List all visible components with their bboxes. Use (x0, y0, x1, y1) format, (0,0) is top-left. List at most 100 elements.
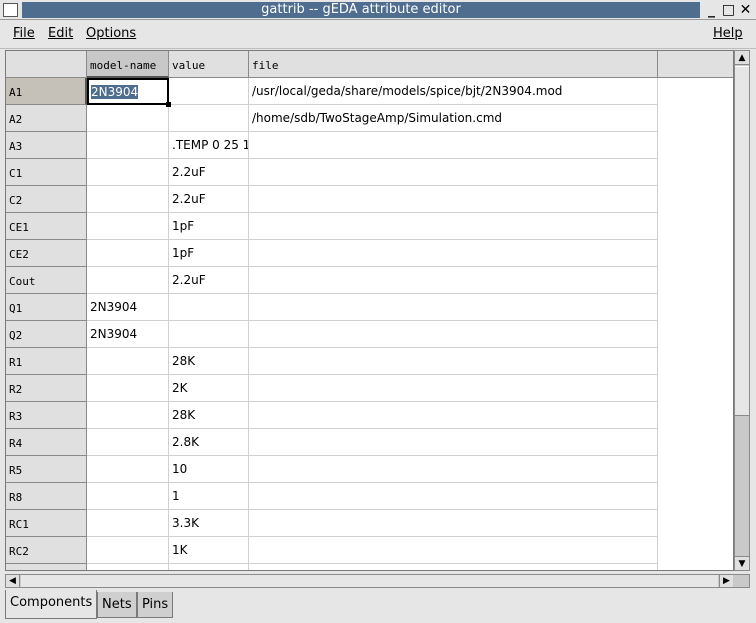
cell-model-name[interactable]: 2N3904 (87, 321, 169, 348)
cell-file[interactable] (249, 294, 658, 321)
column-header-model-name[interactable]: model-name (87, 51, 169, 78)
row-header[interactable]: Q1 (6, 294, 87, 321)
menu-help[interactable]: Help (713, 26, 743, 41)
cell-model-name[interactable] (87, 267, 169, 294)
cell-value[interactable] (169, 78, 249, 105)
cell-value[interactable]: 1 (169, 483, 249, 510)
row-header[interactable]: RC1 (6, 510, 87, 537)
cell-value[interactable]: 2K (169, 375, 249, 402)
row-header[interactable]: C2 (6, 186, 87, 213)
cell-value[interactable]: 1pF (169, 213, 249, 240)
cell-model-name[interactable] (87, 483, 169, 510)
tab-components[interactable]: Components (5, 590, 98, 619)
cell-file[interactable] (249, 402, 658, 429)
cell-value[interactable] (169, 321, 249, 348)
row-header[interactable]: A3 (6, 132, 87, 159)
row-header[interactable]: A2 (6, 105, 87, 132)
attribute-sheet[interactable]: model-name value file A1 2N3904/usr/local… (5, 50, 734, 571)
cell-value[interactable]: 2.2uF (169, 159, 249, 186)
cell-model-name[interactable] (87, 375, 169, 402)
cell-model-name[interactable] (87, 456, 169, 483)
scroll-down-icon[interactable]: ▼ (735, 556, 749, 570)
cell-file[interactable] (249, 159, 658, 186)
cell-file[interactable] (249, 132, 658, 159)
cell-file[interactable]: /usr/local/geda/share/models/spice/bjt/2… (249, 78, 658, 105)
cell-file[interactable] (249, 564, 658, 570)
cell-file[interactable] (249, 186, 658, 213)
scroll-up-icon[interactable]: ▲ (735, 51, 749, 65)
cell-file[interactable] (249, 510, 658, 537)
cell-file[interactable] (249, 429, 658, 456)
cell-model-name[interactable] (87, 132, 169, 159)
column-header-file[interactable]: file (249, 51, 658, 78)
row-header[interactable]: R8 (6, 483, 87, 510)
row-header[interactable]: R5 (6, 456, 87, 483)
cell-model-name[interactable]: 2N3904 (87, 294, 169, 321)
row-header[interactable]: Q2 (6, 321, 87, 348)
row-header[interactable]: R4 (6, 429, 87, 456)
tab-pins[interactable]: Pins (137, 592, 174, 618)
row-header[interactable]: R3 (6, 402, 87, 429)
row-header[interactable]: RC2 (6, 537, 87, 564)
cell-value[interactable]: 28K (169, 402, 249, 429)
cell-model-name[interactable] (87, 348, 169, 375)
minimize-icon[interactable]: _ (703, 1, 720, 19)
vertical-scroll-thumb[interactable] (735, 66, 749, 416)
cell-value[interactable]: 1pF (169, 240, 249, 267)
cell-file[interactable] (249, 348, 658, 375)
cell-file[interactable] (249, 456, 658, 483)
tab-nets[interactable]: Nets (97, 592, 137, 618)
vertical-scrollbar[interactable]: ▲ ▼ (734, 50, 750, 571)
cell-file[interactable] (249, 267, 658, 294)
corner-header[interactable] (6, 51, 87, 78)
row-header[interactable]: C1 (6, 159, 87, 186)
horizontal-scroll-thumb[interactable] (21, 575, 718, 587)
row-header[interactable]: R2 (6, 375, 87, 402)
cell-value[interactable] (169, 105, 249, 132)
cell-model-name[interactable] (87, 213, 169, 240)
cell-file[interactable] (249, 537, 658, 564)
window-menu-icon[interactable] (3, 3, 18, 17)
cell-model-name[interactable] (87, 240, 169, 267)
cell-value[interactable]: 1K (169, 537, 249, 564)
row-header[interactable]: R1 (6, 348, 87, 375)
row-header[interactable]: CE1 (6, 213, 87, 240)
cell-file[interactable] (249, 321, 658, 348)
cell-value[interactable] (169, 564, 249, 570)
row-header[interactable]: CE2 (6, 240, 87, 267)
cell-value[interactable]: 2.2uF (169, 267, 249, 294)
cell-model-name[interactable] (87, 564, 169, 570)
cell-value[interactable]: 10 (169, 456, 249, 483)
row-header[interactable] (6, 564, 87, 570)
cell-file[interactable]: /home/sdb/TwoStageAmp/Simulation.cmd (249, 105, 658, 132)
cell-file[interactable] (249, 483, 658, 510)
cell-model-name[interactable] (87, 186, 169, 213)
scroll-right-icon[interactable]: ▶ (719, 575, 733, 587)
cell-file[interactable] (249, 375, 658, 402)
column-header-value[interactable]: value (169, 51, 249, 78)
cell-model-name[interactable] (87, 537, 169, 564)
cell-model-name[interactable] (87, 159, 169, 186)
menu-options[interactable]: Options (86, 26, 136, 41)
cell-value[interactable] (169, 294, 249, 321)
cell-value[interactable]: 2.2uF (169, 186, 249, 213)
horizontal-scrollbar[interactable]: ◀ ▶ (5, 574, 750, 588)
cell-file[interactable] (249, 240, 658, 267)
row-header[interactable]: A1 (6, 78, 87, 105)
cell-resize-handle[interactable] (166, 102, 171, 107)
cell-model-name[interactable] (87, 402, 169, 429)
menu-edit[interactable]: Edit (48, 26, 73, 41)
maximize-icon[interactable]: □ (720, 1, 737, 19)
cell-value[interactable]: 2.8K (169, 429, 249, 456)
cell-value[interactable]: 28K (169, 348, 249, 375)
scroll-left-icon[interactable]: ◀ (6, 575, 20, 587)
cell-value[interactable]: .TEMP 0 25 100 (169, 132, 249, 159)
row-header[interactable]: Cout (6, 267, 87, 294)
cell-model-name[interactable] (87, 429, 169, 456)
menu-file[interactable]: File (13, 26, 35, 41)
cell-model-name[interactable]: 2N3904 (87, 78, 169, 105)
close-icon[interactable]: ✕ (737, 1, 754, 19)
cell-file[interactable] (249, 213, 658, 240)
cell-model-name[interactable] (87, 510, 169, 537)
cell-value[interactable]: 3.3K (169, 510, 249, 537)
